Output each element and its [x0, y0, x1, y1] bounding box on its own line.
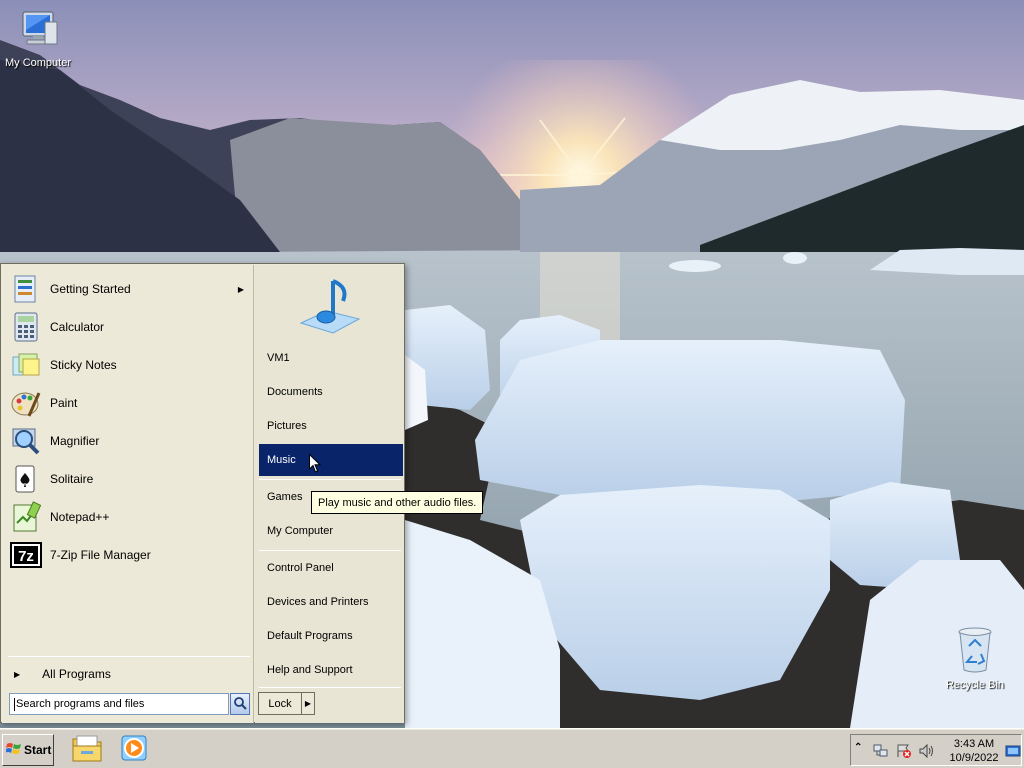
place-label: Pictures	[267, 420, 307, 432]
magnifier-icon	[10, 425, 42, 457]
tooltip-text: Play music and other audio files.	[318, 496, 477, 509]
music-user-picture-icon	[297, 275, 363, 338]
desktop-icon-label: Recycle Bin	[945, 679, 1005, 691]
program-item-label: 7-Zip File Manager	[50, 548, 151, 562]
place-label: Help and Support	[267, 664, 353, 676]
place-item-pictures[interactable]: Pictures	[259, 410, 403, 442]
calculator-icon	[10, 311, 42, 343]
place-label: Default Programs	[267, 630, 353, 642]
separator	[259, 550, 401, 551]
search-input[interactable]: Search programs and files	[9, 693, 229, 715]
place-label: My Computer	[267, 525, 334, 537]
program-item-label: Calculator	[50, 320, 105, 334]
separator	[259, 687, 401, 688]
expand-arrow-icon: ▶	[14, 669, 21, 679]
mouse-cursor-icon	[309, 453, 322, 476]
svg-text:7z: 7z	[18, 548, 34, 565]
volume-icon[interactable]	[919, 743, 935, 759]
place-label: Control Panel	[267, 562, 334, 574]
program-item-label: Sticky Notes	[50, 358, 117, 372]
program-item-solitaire[interactable]: Solitaire	[10, 461, 250, 497]
place-item-devices-and-printers[interactable]: Devices and Printers	[259, 586, 403, 618]
chevron-right-icon: ▶	[304, 699, 312, 708]
action-center-icon[interactable]	[896, 744, 912, 758]
notepadpp-icon	[10, 501, 42, 533]
program-item-calculator[interactable]: Calculator	[10, 309, 250, 345]
place-item-music[interactable]: Music	[259, 444, 403, 476]
program-item-getting-started[interactable]: Getting Started ▶	[10, 271, 250, 307]
taskbar: Start ⌃ 3:43 AM 10/9/2022	[0, 728, 1024, 768]
place-item-default-programs[interactable]: Default Programs	[259, 620, 403, 652]
taskbar-pin-windows-explorer[interactable]	[71, 733, 103, 765]
my-computer-icon	[15, 10, 61, 55]
start-label: Start	[24, 743, 52, 757]
program-item-label: Solitaire	[50, 472, 94, 486]
show-desktop-icon[interactable]	[1005, 744, 1021, 758]
clock-date[interactable]: 10/9/2022	[946, 752, 1002, 764]
media-player-icon	[120, 733, 150, 766]
lock-button[interactable]: Lock	[258, 692, 302, 715]
sevenzip-icon: 7z	[10, 539, 42, 571]
search-placeholder: Search programs and files	[16, 698, 145, 710]
search-icon	[233, 696, 247, 713]
sticky-notes-icon	[10, 349, 42, 381]
notification-area: ⌃ 3:43 AM 10/9/2022	[850, 734, 1022, 766]
place-item-control-panel[interactable]: Control Panel	[259, 552, 403, 584]
start-menu-programs-pane: Getting Started ▶ Calculator Sticky Note…	[2, 265, 254, 723]
place-label: Devices and Printers	[267, 596, 369, 608]
separator	[8, 656, 250, 657]
windows-explorer-icon	[71, 733, 103, 766]
desktop-icon-recycle-bin[interactable]: Recycle Bin	[935, 626, 1015, 691]
place-label: Music	[267, 454, 296, 466]
all-programs-button[interactable]: ▶ All Programs	[10, 663, 250, 685]
windows-logo-icon	[5, 742, 22, 759]
program-item-sticky-notes[interactable]: Sticky Notes	[10, 347, 250, 383]
chevron-up-icon: ⌃	[854, 742, 863, 753]
program-item-label: Magnifier	[50, 434, 100, 448]
tooltip: Play music and other audio files.	[311, 491, 484, 514]
recycle-bin-icon	[955, 626, 995, 677]
show-hidden-icons-button[interactable]: ⌃	[854, 742, 870, 756]
place-label: VM1	[267, 352, 290, 364]
place-item-help-and-support[interactable]: Help and Support	[259, 654, 403, 686]
place-item-vm1[interactable]: VM1	[259, 342, 403, 374]
separator	[259, 479, 401, 480]
program-item-paint[interactable]: Paint	[10, 385, 250, 421]
shutdown-options-button[interactable]: ▶	[301, 692, 315, 715]
desktop-icon-label: My Computer	[4, 57, 72, 69]
getting-started-icon	[10, 273, 42, 305]
submenu-arrow-icon: ▶	[237, 284, 244, 294]
program-item-7zip[interactable]: 7z 7-Zip File Manager	[10, 537, 250, 573]
place-label: Games	[267, 491, 303, 503]
solitaire-icon	[10, 463, 42, 495]
search-button[interactable]	[230, 693, 250, 715]
desktop-icon-my-computer[interactable]: My Computer	[0, 10, 78, 69]
paint-icon	[10, 387, 42, 419]
place-item-documents[interactable]: Documents	[259, 376, 403, 408]
program-item-label: Notepad++	[50, 510, 110, 524]
place-item-my-computer[interactable]: My Computer	[259, 515, 403, 547]
lock-label: Lock	[268, 697, 292, 710]
all-programs-label: All Programs	[42, 667, 111, 681]
program-item-label: Getting Started	[50, 282, 131, 296]
program-item-notepadpp[interactable]: Notepad++	[10, 499, 250, 535]
clock-time[interactable]: 3:43 AM	[946, 738, 1002, 750]
start-button[interactable]: Start	[2, 734, 54, 766]
place-label: Documents	[267, 386, 323, 398]
network-icon[interactable]	[873, 744, 889, 758]
text-caret	[14, 697, 15, 711]
program-item-magnifier[interactable]: Magnifier	[10, 423, 250, 459]
taskbar-pin-media-player[interactable]	[119, 733, 151, 765]
program-item-label: Paint	[50, 396, 78, 410]
